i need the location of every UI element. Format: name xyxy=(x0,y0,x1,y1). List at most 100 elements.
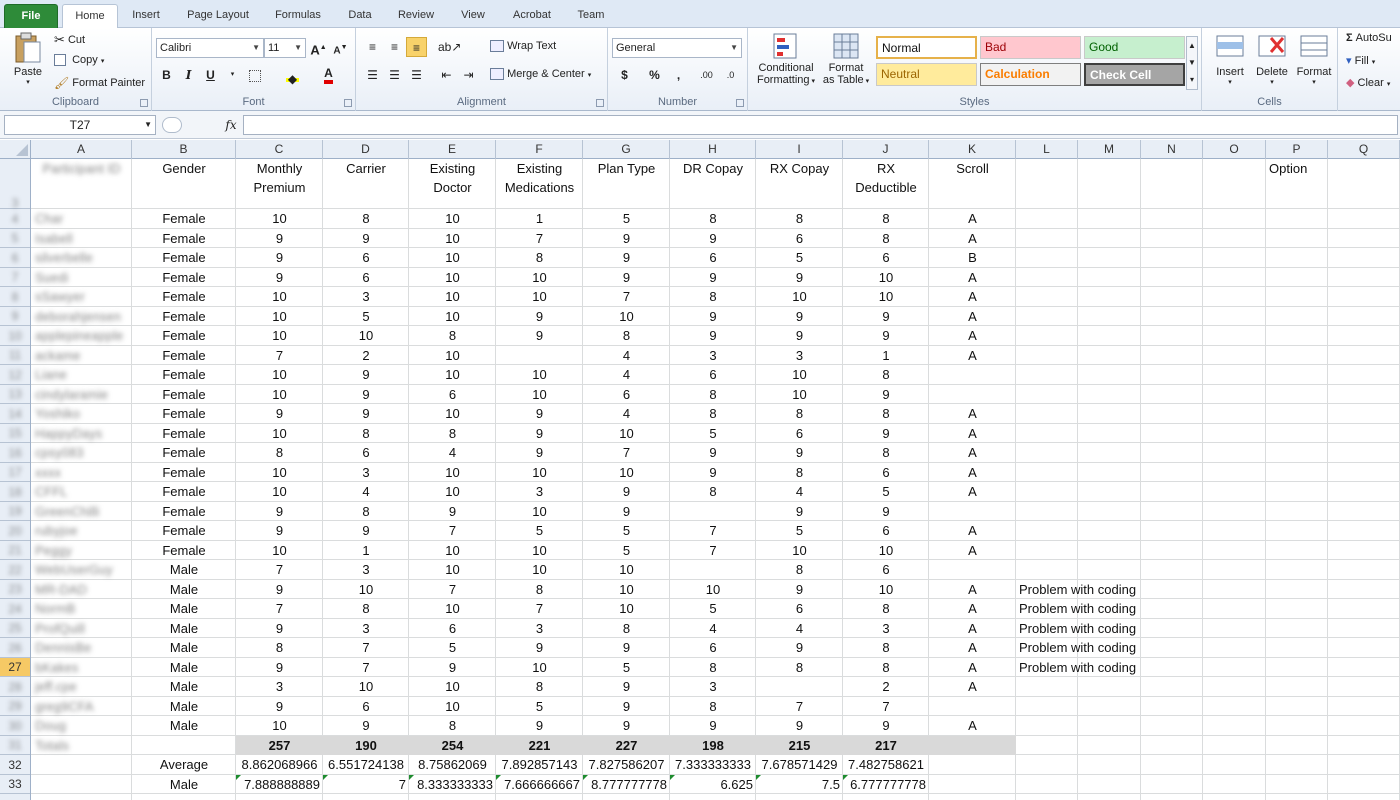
table-cell[interactable]: A xyxy=(929,658,1016,677)
table-cell[interactable]: 10 xyxy=(496,658,583,677)
table-cell[interactable]: 9 xyxy=(583,248,670,268)
table-cell[interactable]: 1 xyxy=(323,541,409,560)
table-cell[interactable]: 10 xyxy=(756,541,843,560)
table-cell[interactable]: 7 xyxy=(670,521,756,541)
table-cell[interactable]: 5 xyxy=(843,482,929,502)
decrease-decimal-button[interactable]: .0 xyxy=(720,65,741,85)
table-cell[interactable]: 4 xyxy=(323,482,409,502)
wrap-text-button[interactable]: Wrap Text xyxy=(490,40,556,53)
table-cell[interactable]: 6 xyxy=(756,599,843,619)
participant-id-cell[interactable]: Peggy xyxy=(31,541,132,560)
table-cell[interactable]: 9 xyxy=(583,502,670,521)
align-center-icon[interactable]: ☰ xyxy=(384,65,405,85)
table-cell[interactable]: 9 xyxy=(670,463,756,482)
table-cell[interactable]: 10 xyxy=(756,365,843,385)
table-cell[interactable]: 6 xyxy=(409,619,496,638)
tab-data[interactable]: Data xyxy=(338,4,382,28)
note-cell[interactable]: Problem with coding xyxy=(1016,599,1203,619)
table-cell[interactable]: A xyxy=(929,541,1016,560)
table-cell[interactable]: 7 xyxy=(496,229,583,248)
table-cell[interactable]: 8 xyxy=(843,404,929,424)
table-cell[interactable]: 7 xyxy=(236,346,323,365)
table-cell[interactable]: 10 xyxy=(583,560,670,580)
table-cell[interactable]: 10 xyxy=(409,229,496,248)
participant-id-cell[interactable]: sSawyer xyxy=(31,287,132,307)
table-cell[interactable]: A xyxy=(929,716,1016,736)
male-average-cell[interactable]: 7.666666667 xyxy=(496,775,583,794)
italic-button[interactable]: I xyxy=(178,65,199,85)
column-label-e[interactable]: Existing Doctor xyxy=(409,159,496,209)
table-cell[interactable]: Male xyxy=(132,580,236,599)
table-cell[interactable]: 10 xyxy=(843,287,929,307)
table-cell[interactable]: 9 xyxy=(756,307,843,326)
male-average-cell[interactable]: 8.777777778 xyxy=(583,775,670,794)
table-cell[interactable]: 7 xyxy=(409,580,496,599)
participant-id-cell[interactable]: ackame xyxy=(31,346,132,365)
table-cell[interactable]: 9 xyxy=(496,326,583,346)
row-header-19[interactable]: 19 xyxy=(0,502,30,521)
error-indicator-icon[interactable] xyxy=(843,775,848,780)
table-cell[interactable]: A xyxy=(929,580,1016,599)
table-cell[interactable]: A xyxy=(929,326,1016,346)
table-cell[interactable]: 8 xyxy=(236,443,323,463)
increase-indent-icon[interactable]: ⇥ xyxy=(458,65,479,85)
table-cell[interactable]: 8 xyxy=(756,209,843,229)
male-label-cell[interactable]: Male xyxy=(132,775,236,794)
font-name-select[interactable]: Calibri ▼ xyxy=(156,38,264,58)
row-header-18[interactable]: 18 xyxy=(0,482,30,502)
formula-input[interactable] xyxy=(243,115,1398,135)
column-label-h[interactable]: DR Copay xyxy=(670,159,756,209)
table-cell[interactable]: 9 xyxy=(236,619,323,638)
table-cell[interactable]: 10 xyxy=(409,346,496,365)
table-cell[interactable]: 9 xyxy=(843,385,929,404)
table-cell[interactable]: 8 xyxy=(843,599,929,619)
table-cell[interactable]: 9 xyxy=(583,482,670,502)
table-cell[interactable]: 8 xyxy=(843,229,929,248)
table-cell[interactable]: 7 xyxy=(236,560,323,580)
participant-id-cell[interactable]: cpsy083 xyxy=(31,443,132,463)
fill-color-button[interactable]: ◆ xyxy=(282,65,303,86)
male-average-cell[interactable]: 6.625 xyxy=(670,775,756,794)
table-cell[interactable]: 10 xyxy=(583,424,670,443)
shrink-font-button[interactable]: A▼ xyxy=(330,38,351,58)
table-cell[interactable]: 7 xyxy=(496,599,583,619)
table-cell[interactable]: 10 xyxy=(583,580,670,599)
row-header-7[interactable]: 7 xyxy=(0,268,30,287)
table-cell[interactable]: Female xyxy=(132,541,236,560)
male-average-cell[interactable]: 7.5 xyxy=(756,775,843,794)
table-cell[interactable]: A xyxy=(929,268,1016,287)
participant-id-cell[interactable]: CFFL xyxy=(31,482,132,502)
table-cell[interactable]: 5 xyxy=(583,541,670,560)
table-cell[interactable]: A xyxy=(929,463,1016,482)
row-header-8[interactable]: 8 xyxy=(0,287,30,307)
participant-id-cell[interactable]: Yoshiko xyxy=(31,404,132,424)
male-average-cell[interactable]: 7.888888889 xyxy=(236,775,323,794)
participant-id-cell[interactable]: deborahjensen xyxy=(31,307,132,326)
table-cell[interactable]: 9 xyxy=(670,326,756,346)
table-cell[interactable]: 9 xyxy=(236,580,323,599)
table-cell[interactable]: 9 xyxy=(670,229,756,248)
font-color-button[interactable]: A xyxy=(318,65,339,85)
participant-id-cell[interactable]: Doug xyxy=(31,716,132,736)
table-cell[interactable]: 6 xyxy=(670,638,756,658)
style-calculation[interactable]: Calculation xyxy=(980,63,1081,86)
table-cell[interactable]: 10 xyxy=(236,307,323,326)
table-cell[interactable]: 8 xyxy=(756,658,843,677)
average-cell[interactable]: 8.862068966 xyxy=(236,755,323,775)
total-cell[interactable]: 227 xyxy=(583,736,670,755)
table-cell[interactable]: 9 xyxy=(236,521,323,541)
table-cell[interactable] xyxy=(670,502,756,521)
table-cell[interactable]: A xyxy=(929,209,1016,229)
select-all-corner[interactable] xyxy=(0,140,31,159)
table-cell[interactable]: 10 xyxy=(323,677,409,697)
align-top-icon[interactable]: ≡ xyxy=(362,37,383,57)
column-header-a[interactable]: A xyxy=(31,140,132,159)
participant-id-cell[interactable]: xxxx xyxy=(31,463,132,482)
male-average-cell[interactable]: 6.777777778 xyxy=(843,775,929,794)
table-cell[interactable]: 9 xyxy=(756,502,843,521)
table-cell[interactable]: Male xyxy=(132,619,236,638)
column-header-d[interactable]: D xyxy=(323,140,409,159)
table-cell[interactable]: 6 xyxy=(843,248,929,268)
average-cell[interactable]: 7.482758621 xyxy=(843,755,929,775)
participant-id-cell[interactable]: HappyDays xyxy=(31,424,132,443)
